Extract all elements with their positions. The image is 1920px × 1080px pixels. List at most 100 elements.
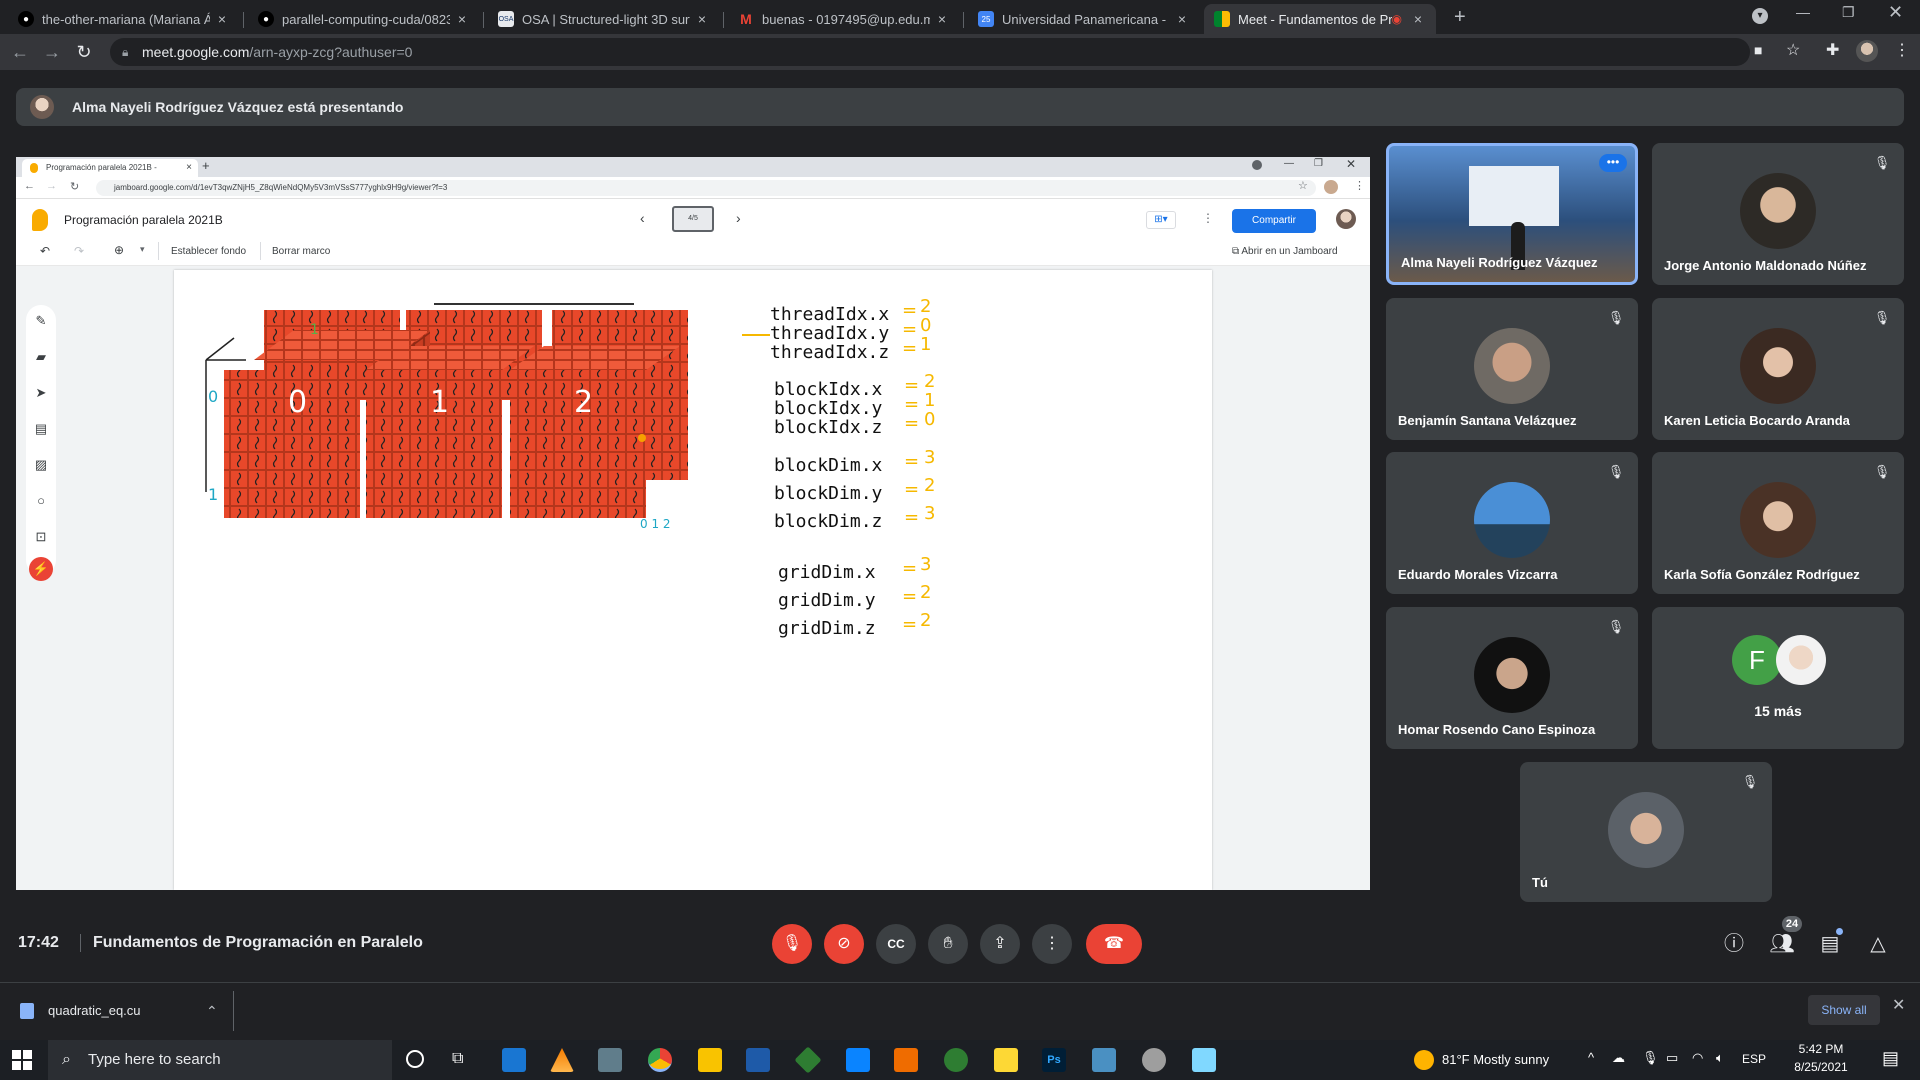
mic-off-icon: 🎙︎ [1741,774,1759,789]
windows-start-icon[interactable] [12,1050,32,1070]
app-icon[interactable] [598,1048,622,1072]
vlc-icon[interactable] [550,1048,574,1072]
close-window-icon[interactable]: ✕ [1888,2,1903,23]
app-icon[interactable] [1142,1048,1166,1072]
taskbar-search[interactable]: ⌕ Type here to search [48,1040,392,1080]
participant-name: Jorge Antonio Maldonado Núñez [1664,258,1867,273]
more-participants-label: 15 más [1754,703,1802,719]
tab-calendar[interactable]: 25 Universidad Panamericana - Cale × [968,4,1200,34]
weather-text[interactable]: 81°F Mostly sunny [1442,1052,1549,1067]
captions-icon: CC [887,937,905,951]
camera-toggle-button[interactable]: ⊘ [824,924,864,964]
participant-tile-self[interactable]: 🎙︎ Tú [1520,762,1772,902]
close-tab-icon[interactable]: × [934,11,950,27]
activities-icon[interactable]: △ [1864,930,1892,958]
axis-label-bottom: 0 1 2 [640,517,671,530]
cortana-icon[interactable] [406,1050,424,1068]
close-downloads-icon[interactable]: ✕ [1892,995,1905,1015]
shared-tab-jamboard: Programación paralela 2021B - × [22,159,198,177]
back-arrow-icon[interactable]: ← [8,40,32,64]
var-value: 0 [920,315,932,336]
raise-hand-button[interactable]: ✋︎ [928,924,968,964]
cloud-icon[interactable]: ☁ [1612,1050,1625,1066]
prev-frame-icon: ‹ [640,210,645,226]
show-all-button[interactable]: Show all [1808,995,1880,1025]
avatar [1474,637,1550,713]
taskbar-time[interactable]: 5:42 PM [1786,1042,1856,1056]
close-tab-icon[interactable]: × [1174,11,1190,27]
participant-name: Tú [1532,875,1548,890]
people-icon[interactable]: 👥︎ [1768,930,1796,958]
shared-url-field: jamboard.google.com/d/1evT3qwZNjH5_Z8qWi… [96,180,1316,196]
file-icon [20,1003,34,1019]
language-indicator[interactable]: ESP [1742,1052,1766,1066]
git-icon[interactable] [794,1046,822,1074]
vscode-icon[interactable] [846,1048,870,1072]
camera-in-use-icon[interactable]: ■ [1754,42,1762,58]
more-options-button[interactable]: ⋮ [1032,924,1072,964]
restore-icon[interactable]: ❐ [1842,4,1855,21]
download-item[interactable]: quadratic_eq.cu ⌃ [10,991,234,1031]
participant-tile-homar[interactable]: 🎙︎ Homar Rosendo Cano Espinoza [1386,607,1638,749]
volume-icon[interactable]: 🔈︎ [1716,1050,1724,1066]
wifi-icon[interactable]: ◠ [1692,1050,1703,1066]
tab-separator [483,12,484,28]
chevron-up-icon[interactable]: ^ [1588,1050,1594,1065]
tab-meet[interactable]: Meet - Fundamentos de Pro ◉ × [1204,4,1436,34]
powershell-icon[interactable] [746,1048,770,1072]
chevron-up-icon[interactable]: ⌃ [206,991,218,1031]
participant-tile-presenter[interactable]: ••• Alma Nayeli Rodríguez Vázquez [1386,143,1638,285]
forward-arrow-icon[interactable]: → [40,40,64,64]
app-icon[interactable] [944,1048,968,1072]
close-tab-icon[interactable]: × [1410,11,1426,27]
participant-tile-more[interactable]: F 15 más [1652,607,1904,749]
taskbar-date[interactable]: 8/25/2021 [1786,1060,1856,1074]
sublime-icon[interactable] [894,1048,918,1072]
downloads-bar: quadratic_eq.cu ⌃ Show all ✕ [0,982,1920,1040]
close-tab-icon[interactable]: × [694,11,710,27]
bookmark-star-icon[interactable]: ☆ [1786,40,1800,60]
battery-icon[interactable]: ▭ [1666,1050,1678,1066]
tab-github-mariana[interactable]: ● the-other-mariana (Mariana Ával × [8,4,240,34]
participant-tile-benjamin[interactable]: 🎙︎ Benjamín Santana Velázquez [1386,298,1638,440]
participant-tile-karen[interactable]: 🎙︎ Karen Leticia Bocardo Aranda [1652,298,1904,440]
close-tab-icon[interactable]: × [214,11,230,27]
new-tab-button[interactable]: + [1454,6,1466,29]
present-button[interactable]: ⇪ [980,924,1020,964]
close-tab-icon[interactable]: × [454,11,470,27]
tab-search-icon[interactable]: ▾ [1752,8,1768,24]
minimize-icon[interactable]: — [1796,4,1810,20]
tab-github-cuda[interactable]: ● parallel-computing-cuda/082320 × [248,4,480,34]
mic-toggle-button[interactable]: 🎙︎ [772,924,812,964]
block-label-1: 1 [430,385,449,420]
app-icon[interactable] [994,1048,1018,1072]
profile-avatar[interactable] [1856,40,1878,62]
tile-options-icon[interactable]: ••• [1599,154,1627,172]
microphone-icon[interactable]: 🎙︎ [1642,1050,1659,1066]
tab-osa[interactable]: OSA OSA | Structured-light 3D surface × [488,4,720,34]
captions-button[interactable]: CC [876,924,916,964]
var-value: 2 [924,371,936,392]
extensions-icon[interactable]: ✚ [1826,40,1839,60]
jamboard-frame: 0 1 2 0 1 0 1 2 1 threadIdx.x = 2 threadIdx… [174,270,1212,890]
participant-tile-jorge[interactable]: 🎙︎ Jorge Antonio Maldonado Núñez [1652,143,1904,285]
end-call-button[interactable]: ☎︎ [1086,924,1142,964]
profile-avatar [1336,209,1356,229]
file-explorer-icon[interactable] [698,1048,722,1072]
notifications-icon[interactable]: ▤ [1882,1048,1899,1069]
meeting-details-icon[interactable]: ⓘ [1720,930,1748,958]
participant-tile-eduardo[interactable]: 🎙︎ Eduardo Morales Vizcarra [1386,452,1638,594]
var-value: 0 [924,409,936,430]
app-icon[interactable] [1092,1048,1116,1072]
photoshop-icon[interactable]: Ps [1042,1048,1066,1072]
chrome-taskbar-icon[interactable] [648,1048,672,1072]
task-view-icon[interactable]: ⧉ [452,1050,463,1068]
url-field[interactable]: 🔒︎ meet.google.com/arn-ayxp-zcg?authuser… [110,38,1750,66]
chrome-menu-icon[interactable]: ⋮ [1894,40,1910,60]
app-icon[interactable] [1192,1048,1216,1072]
participant-tile-karla[interactable]: 🎙︎ Karla Sofía González Rodríguez [1652,452,1904,594]
browser-tab-bar: ● the-other-mariana (Mariana Ával × ● pa… [0,0,1920,34]
tab-gmail[interactable]: M buenas - 0197495@up.edu.mx - × [728,4,960,34]
reload-icon[interactable]: ↻ [72,40,96,64]
mail-app-icon[interactable] [502,1048,526,1072]
